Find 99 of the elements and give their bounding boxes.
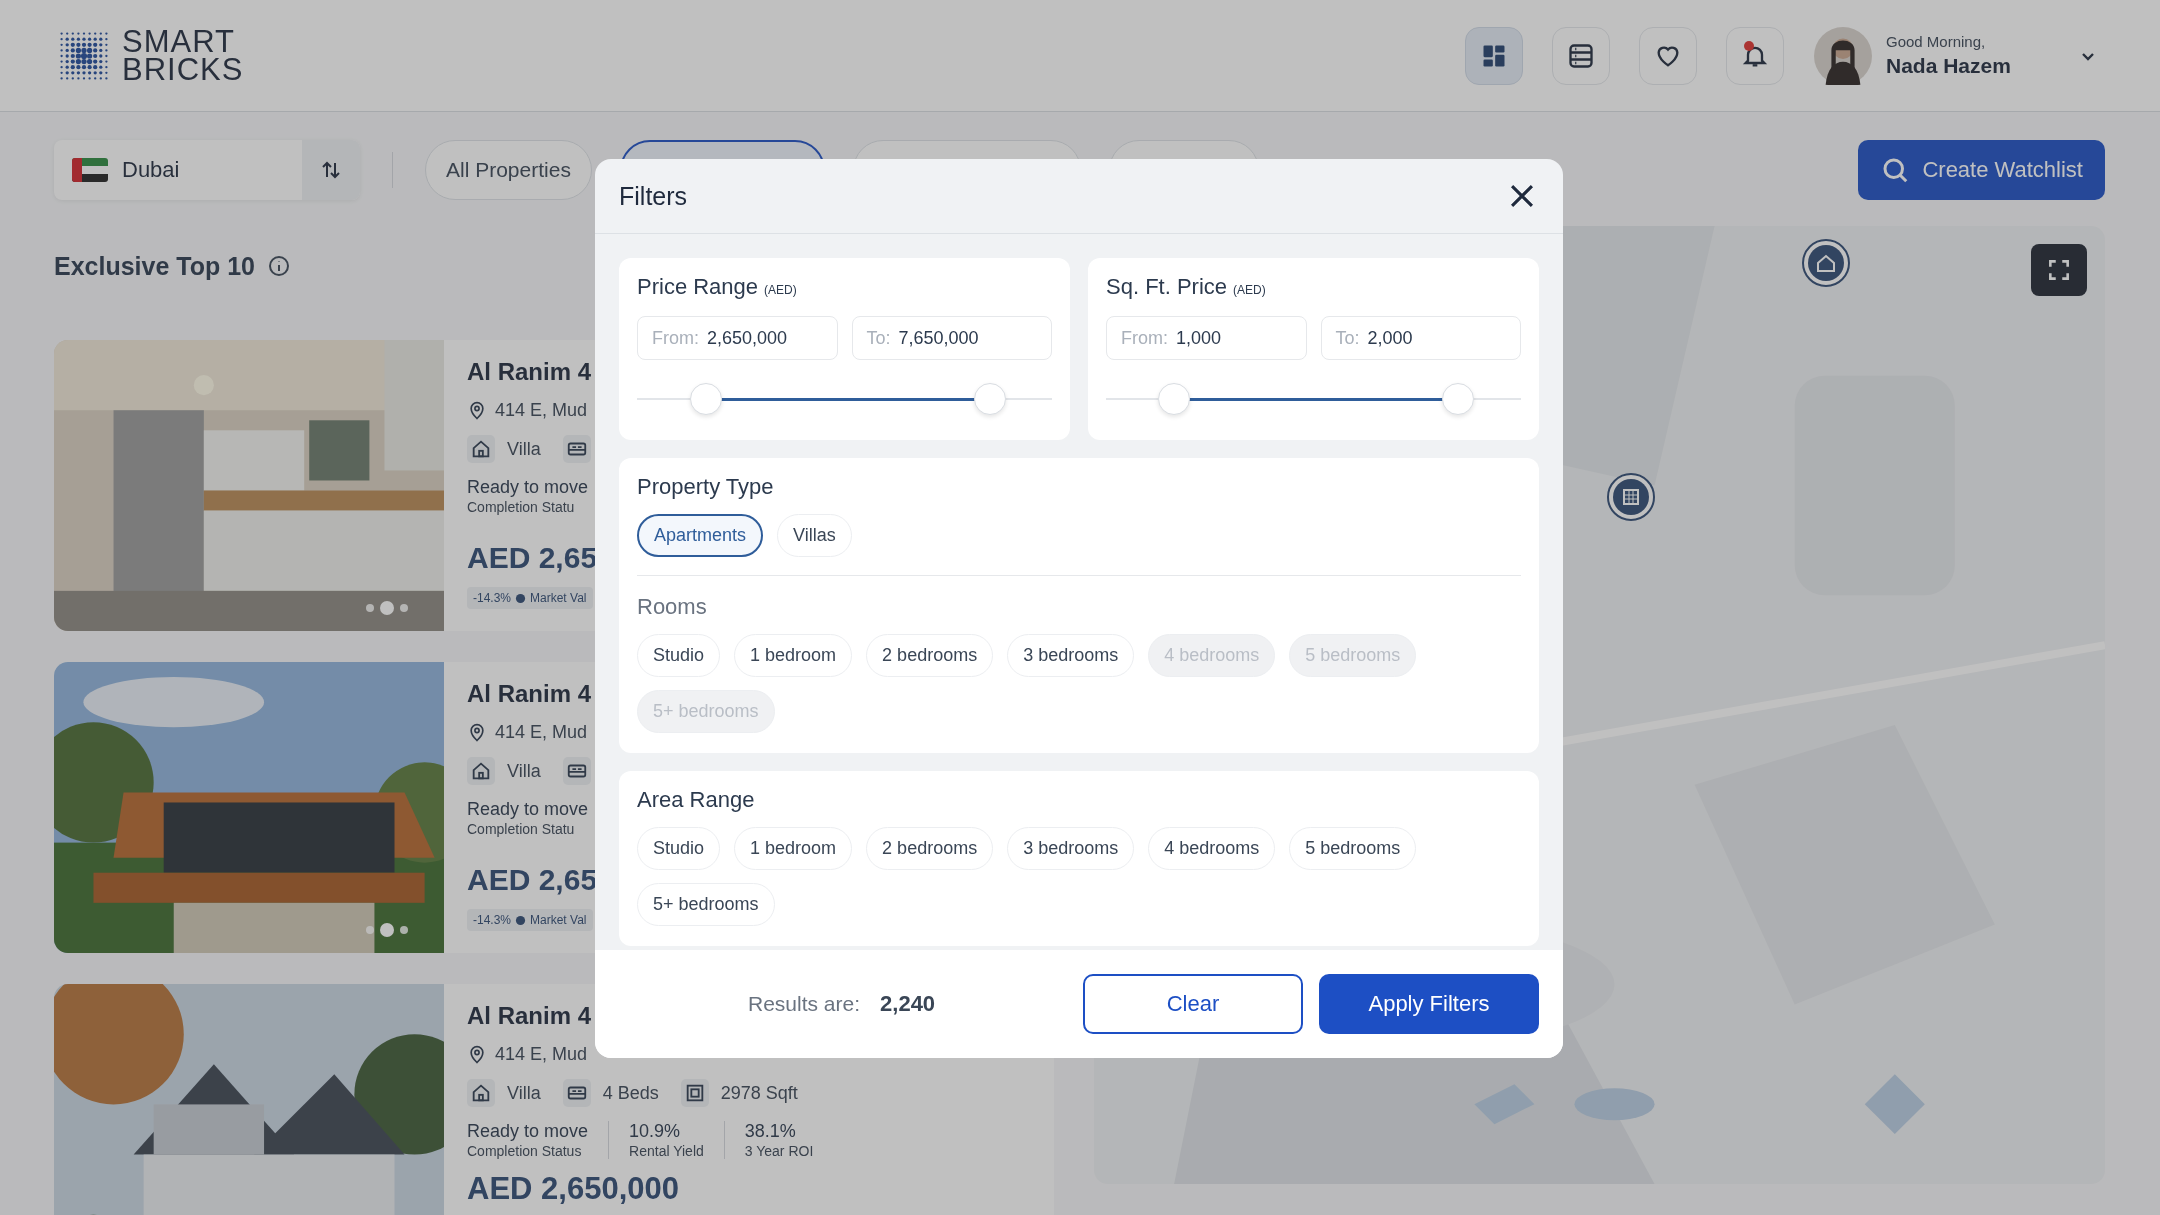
location-pin-icon xyxy=(467,1044,487,1065)
bed-icon xyxy=(562,1079,591,1107)
group-title: Rooms xyxy=(637,594,708,620)
nav-icon-button[interactable] xyxy=(1639,26,1697,85)
property-type-chip[interactable]: Apartments xyxy=(637,514,764,557)
coin-icon xyxy=(515,914,527,926)
stat-value: Ready to move xyxy=(467,799,589,820)
info-icon[interactable] xyxy=(267,254,291,278)
listing-address: 414 E, Mud xyxy=(495,722,588,743)
area-chip[interactable]: Studio xyxy=(637,827,721,870)
bed-icon xyxy=(562,435,591,463)
city-name: Dubai xyxy=(122,157,180,183)
bed-icon xyxy=(562,757,591,785)
apply-filters-button[interactable]: Apply Filters xyxy=(1319,974,1539,1034)
from-field[interactable]: From: 1,000 xyxy=(1106,316,1307,360)
results-label: Results are: xyxy=(748,992,861,1016)
dialog-title: Filters xyxy=(619,181,688,211)
stat-label: Completion Status xyxy=(467,1143,583,1159)
stat-value: 10.9% xyxy=(629,1121,682,1142)
house-icon xyxy=(467,435,495,463)
group-title: Area Range xyxy=(637,787,756,813)
slide-dot[interactable] xyxy=(366,926,374,934)
rooms-chip[interactable]: 3 bedrooms xyxy=(1007,634,1135,677)
house-icon xyxy=(467,757,495,785)
user-name: Nada Hazem xyxy=(1886,54,2012,78)
slide-dot[interactable] xyxy=(400,926,408,934)
clear-button[interactable]: Clear xyxy=(1083,974,1303,1034)
stat-value: Ready to move xyxy=(467,1121,589,1142)
stat-label: 3 Year ROI xyxy=(744,1143,814,1159)
change-percent: -14.3% xyxy=(473,591,512,605)
area-chip[interactable]: 4 bedrooms xyxy=(1148,827,1276,870)
nav-icon-button[interactable] xyxy=(1726,26,1784,85)
change-label: Market Val xyxy=(530,913,587,927)
listing-address: 414 E, Mud xyxy=(495,400,588,421)
area-chip[interactable]: 1 bedroom xyxy=(734,827,853,870)
from-field[interactable]: From: 2,650,000 xyxy=(637,316,838,360)
rooms-chip[interactable]: 1 bedroom xyxy=(734,634,853,677)
location-pin-icon xyxy=(467,722,487,743)
rooms-chip[interactable]: 2 bedrooms xyxy=(866,634,994,677)
rooms-chip[interactable]: Studio xyxy=(637,634,721,677)
greeting: Good Morning, xyxy=(1886,33,1987,50)
swap-button[interactable] xyxy=(302,140,360,200)
slider-thumb[interactable] xyxy=(689,383,722,415)
logo-text: SMART xyxy=(122,27,235,56)
list-icon xyxy=(1567,41,1595,70)
slider-thumb[interactable] xyxy=(1441,383,1474,415)
stat-label: Rental Yield xyxy=(629,1143,704,1159)
stat-value: 38.1% xyxy=(744,1121,797,1142)
flag-icon xyxy=(72,158,108,182)
coin-icon xyxy=(515,592,527,604)
to-field[interactable]: To: 7,650,000 xyxy=(851,316,1052,360)
logo-text: BRICKS xyxy=(122,55,244,84)
range-title: Price Range xyxy=(637,274,759,300)
section-title: Exclusive Top 10 xyxy=(54,251,255,281)
listing-price: AED 2,65 xyxy=(467,863,598,897)
listing-price: AED 2,65 xyxy=(467,541,598,575)
avatar xyxy=(1814,26,1872,85)
filter-tab[interactable]: All Properties xyxy=(425,140,592,200)
home-marker-icon[interactable] xyxy=(1801,238,1851,288)
listing-title: Al Ranim 4 xyxy=(467,1002,592,1030)
slider-thumb[interactable] xyxy=(1158,383,1191,415)
slider-thumb[interactable] xyxy=(973,383,1006,415)
house-icon xyxy=(467,1079,495,1107)
slide-dot[interactable] xyxy=(400,604,408,612)
change-percent: -14.3% xyxy=(473,913,512,927)
building-marker-icon[interactable] xyxy=(1606,472,1656,522)
nav-icon-button[interactable] xyxy=(1465,26,1523,85)
listing-price: AED 2,650,000 xyxy=(467,1171,679,1207)
listing-title: Al Ranim 4 xyxy=(467,680,592,708)
listing-address: 414 E, Mud xyxy=(495,1044,588,1065)
area-icon xyxy=(680,1079,709,1107)
nav-icon-button[interactable] xyxy=(1552,26,1610,85)
slide-dot[interactable] xyxy=(366,604,374,612)
location-pin-icon xyxy=(467,400,487,421)
feature-label: Villa xyxy=(507,438,541,460)
fullscreen-button[interactable] xyxy=(2031,244,2087,296)
feature-label: 4 Beds xyxy=(602,1082,659,1104)
to-field[interactable]: To: 2,000 xyxy=(1320,316,1521,360)
feature-label: Villa xyxy=(507,1082,541,1104)
stat-label: Completion Statu xyxy=(467,821,576,837)
range-title: Sq. Ft. Price xyxy=(1106,274,1228,300)
fullscreen-icon xyxy=(2046,257,2072,283)
area-chip[interactable]: 3 bedrooms xyxy=(1007,827,1135,870)
change-label: Market Val xyxy=(530,591,587,605)
area-chip[interactable]: 5+ bedrooms xyxy=(637,883,775,926)
feature-label: 2978 Sqft xyxy=(720,1082,798,1104)
stat-value: Ready to move xyxy=(467,477,589,498)
property-type-chip[interactable]: Villas xyxy=(777,514,852,557)
unit-label: (AED) xyxy=(764,283,797,297)
results-count: 2,240 xyxy=(880,991,936,1017)
unit-label: (AED) xyxy=(1233,283,1266,297)
area-chip[interactable]: 5 bedrooms xyxy=(1289,827,1417,870)
listing-title: Al Ranim 4 xyxy=(467,358,592,386)
feature-label: Villa xyxy=(507,760,541,782)
group-title: Property Type xyxy=(637,474,775,500)
location-selector[interactable]: Dubai xyxy=(54,140,360,200)
create-watchlist-button[interactable]: Create Watchlist xyxy=(1858,140,2105,200)
area-chip[interactable]: 2 bedrooms xyxy=(866,827,994,870)
stat-label: Completion Statu xyxy=(467,499,576,515)
